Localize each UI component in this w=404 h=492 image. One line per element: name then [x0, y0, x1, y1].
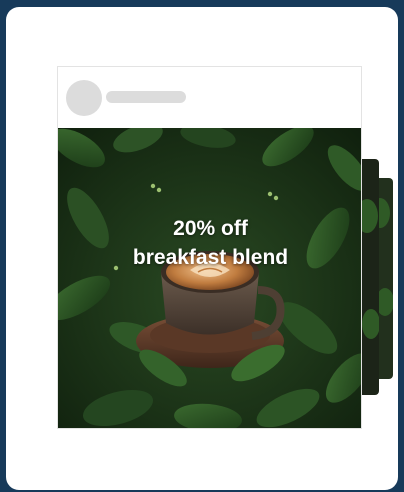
- headline-line-2: breakfast blend: [132, 246, 289, 269]
- username-placeholder: [106, 91, 186, 103]
- avatar: [66, 80, 102, 116]
- stack-foliage: [360, 199, 378, 233]
- headline-line-1: 20% off: [173, 217, 248, 240]
- promo-headline: 20% off breakfast blend: [58, 214, 361, 272]
- post-preview[interactable]: 20% off breakfast blend ✦: [57, 66, 362, 429]
- coffee-plant-photo: [58, 128, 361, 428]
- preview-card: 20% off breakfast blend ✦: [6, 7, 398, 490]
- post-image[interactable]: 20% off breakfast blend ✦: [58, 128, 361, 428]
- post-header: [58, 67, 361, 128]
- stack-foliage: [362, 309, 379, 339]
- carousel-stack-card-middle: [360, 159, 379, 395]
